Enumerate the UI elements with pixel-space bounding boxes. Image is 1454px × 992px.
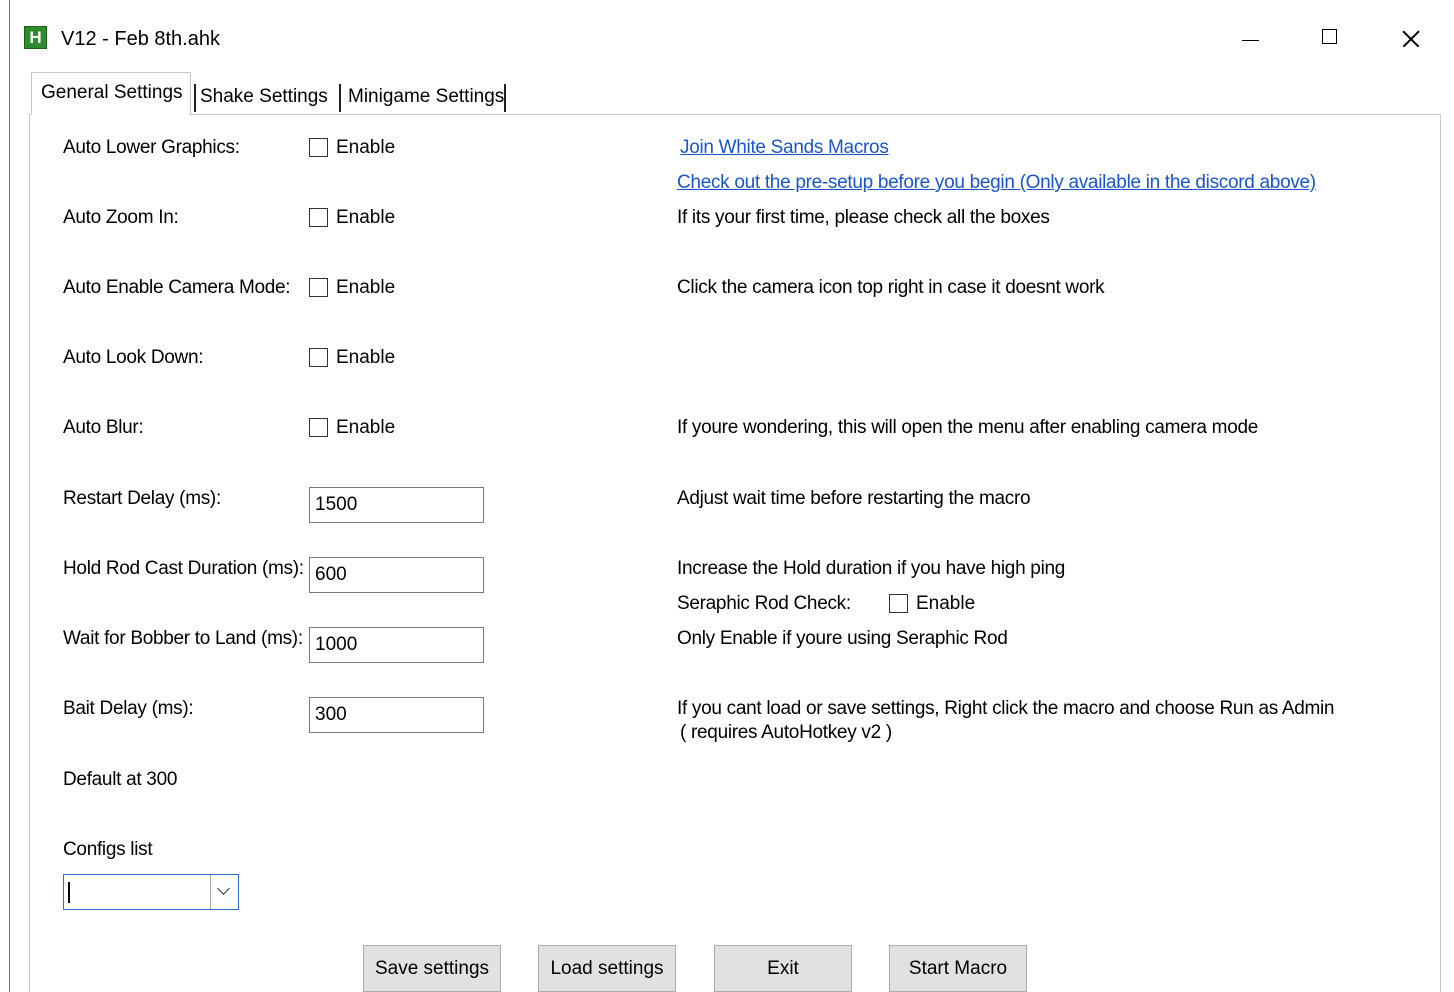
tab-divider [504, 84, 506, 112]
auto-lower-graphics-label: Auto Lower Graphics: [63, 137, 240, 158]
seraphic-note: Only Enable if youre using Seraphic Rod [677, 628, 1008, 649]
chevron-down-icon[interactable] [210, 875, 238, 909]
maximize-button[interactable] [1300, 20, 1360, 58]
exit-button[interactable]: Exit [714, 945, 852, 992]
checkbox-label[interactable]: Enable [336, 206, 395, 230]
checkbox-box[interactable] [309, 278, 328, 297]
checkbox-label[interactable]: Enable [336, 276, 395, 300]
tab-panel [29, 114, 1441, 992]
auto-zoom-in-label: Auto Zoom In: [63, 207, 179, 228]
restart-delay-label: Restart Delay (ms): [63, 488, 221, 509]
checkbox-box[interactable] [309, 138, 328, 157]
restart-delay-input[interactable]: 1500 [309, 487, 484, 523]
save-settings-button[interactable]: Save settings [363, 945, 501, 992]
tab-divider [194, 84, 196, 112]
configs-dropdown[interactable] [63, 874, 239, 910]
window-title: V12 - Feb 8th.ahk [61, 28, 220, 50]
text-caret [68, 882, 70, 903]
title-bar[interactable]: H V12 - Feb 8th.ahk [10, 0, 1454, 72]
checkbox-box[interactable] [309, 348, 328, 367]
checkbox-box[interactable] [309, 418, 328, 437]
tab-minigame-settings[interactable]: Minigame Settings [348, 85, 504, 109]
first-time-note: If its your first time, please check all… [677, 207, 1050, 228]
ping-note: Increase the Hold duration if you have h… [677, 558, 1066, 579]
camera-note: Click the camera icon top right in case … [677, 277, 1105, 298]
blur-note: If youre wondering, this will open the m… [677, 417, 1259, 438]
checkbox-label[interactable]: Enable [916, 592, 975, 616]
app-window: H V12 - Feb 8th.ahk General Settings Sha… [9, 0, 1454, 992]
admin-note-line1: If you cant load or save settings, Right… [677, 698, 1335, 719]
checkbox-label[interactable]: Enable [336, 416, 395, 440]
configs-list-label: Configs list [63, 839, 153, 860]
presetup-link[interactable]: Check out the pre-setup before you begin… [677, 171, 1316, 195]
hold-rod-cast-label: Hold Rod Cast Duration (ms): [63, 558, 304, 579]
default-note: Default at 300 [63, 769, 178, 790]
checkbox-label[interactable]: Enable [336, 346, 395, 370]
load-settings-button[interactable]: Load settings [538, 945, 676, 992]
wait-bobber-input[interactable]: 1000 [309, 627, 484, 663]
checkbox-box[interactable] [889, 594, 908, 613]
auto-blur-label: Auto Blur: [63, 417, 144, 438]
join-white-sands-link[interactable]: Join White Sands Macros [680, 136, 889, 160]
minimize-button[interactable] [1220, 20, 1280, 58]
restart-note: Adjust wait time before restarting the m… [677, 488, 1031, 509]
tab-divider [339, 84, 341, 112]
close-button[interactable] [1380, 20, 1440, 58]
checkbox-label[interactable]: Enable [336, 136, 395, 160]
tab-general-settings[interactable]: General Settings [31, 72, 191, 115]
bait-delay-label: Bait Delay (ms): [63, 698, 194, 719]
auto-camera-mode-label: Auto Enable Camera Mode: [63, 277, 291, 298]
checkbox-box[interactable] [309, 208, 328, 227]
tab-label: General Settings [41, 82, 183, 103]
hold-rod-cast-input[interactable]: 600 [309, 557, 484, 593]
wait-bobber-label: Wait for Bobber to Land (ms): [63, 628, 303, 649]
autohotkey-icon: H [24, 26, 47, 49]
bait-delay-input[interactable]: 300 [309, 697, 484, 733]
admin-note-line2: ( requires AutoHotkey v2 ) [680, 722, 892, 743]
seraphic-rod-label: Seraphic Rod Check: [677, 593, 851, 614]
tab-shake-settings[interactable]: Shake Settings [200, 85, 328, 109]
auto-look-down-label: Auto Look Down: [63, 347, 204, 368]
start-macro-button[interactable]: Start Macro [889, 945, 1027, 992]
